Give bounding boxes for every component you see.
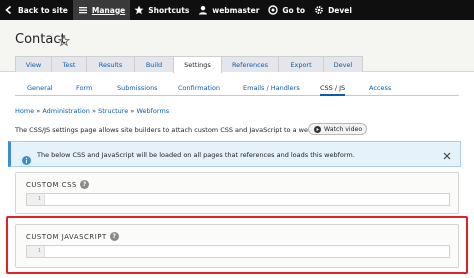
toolbar-back-to-site[interactable]: Back to site <box>0 0 73 20</box>
gear-icon <box>314 5 324 15</box>
toolbar-manage[interactable]: Manage <box>72 0 131 20</box>
custom-css-title: CUSTOM CSS ? <box>26 180 89 189</box>
hamburger-menu-icon <box>78 5 88 15</box>
tab-devel[interactable]: Devel <box>323 56 363 72</box>
star-icon <box>134 5 144 15</box>
breadcrumb-separator: » <box>36 107 41 115</box>
breadcrumb-administration[interactable]: Administration <box>42 107 90 115</box>
tab-build[interactable]: Build <box>134 56 174 72</box>
highlight-box <box>6 216 468 274</box>
toolbar-go-to-label: Go to <box>282 5 306 15</box>
secondary-tabs: General Form Submissions Confirmation Em… <box>15 84 459 96</box>
breadcrumb: Home » Administration » Structure » Webf… <box>15 107 169 115</box>
subtab-submissions[interactable]: Submissions <box>117 84 158 92</box>
tab-settings[interactable]: Settings <box>173 56 222 73</box>
info-message-text: The below CSS and JavaScript will be loa… <box>37 151 355 159</box>
user-icon <box>198 5 208 15</box>
breadcrumb-webforms[interactable]: Webforms <box>136 107 169 115</box>
toolbar-manage-label: Manage <box>91 5 126 15</box>
help-icon[interactable]: ? <box>79 180 89 189</box>
toolbar-shortcuts[interactable]: Shortcuts <box>130 0 194 20</box>
breadcrumb-structure[interactable]: Structure <box>98 107 128 115</box>
tab-results[interactable]: Results <box>86 56 135 72</box>
close-icon[interactable] <box>441 147 453 160</box>
breadcrumb-separator: » <box>92 107 96 115</box>
primary-tabs: View Test Results Build Settings Referen… <box>15 56 363 73</box>
toolbar-devel-label: Devel <box>328 5 352 15</box>
admin-toolbar: Back to site Manage Shortcuts webmaster … <box>0 0 474 20</box>
toolbar-shortcuts-label: Shortcuts <box>148 5 190 15</box>
play-icon <box>314 125 321 133</box>
tab-view[interactable]: View <box>15 56 52 72</box>
toolbar-go-to[interactable]: Go to <box>264 0 310 20</box>
toolbar-devel[interactable]: Devel <box>310 0 357 20</box>
tab-export[interactable]: Export <box>278 56 324 72</box>
watch-video-button[interactable]: Watch video <box>308 123 367 135</box>
toolbar-back-label: Back to site <box>18 5 68 15</box>
line-number: 1 <box>27 194 45 205</box>
subtab-form[interactable]: Form <box>76 84 92 92</box>
toolbar-user-label: webmaster <box>212 5 260 15</box>
page-description: The CSS/JS settings page allows site bui… <box>15 126 330 134</box>
custom-css-label: CUSTOM CSS <box>26 180 77 189</box>
toolbar-user[interactable]: webmaster <box>194 0 264 20</box>
go-to-icon <box>268 5 279 15</box>
custom-css-editor[interactable]: 1 <box>26 193 450 206</box>
page-header: Contact View Test Results Build Settings… <box>0 20 474 73</box>
breadcrumb-separator: » <box>130 107 135 115</box>
tab-references[interactable]: References <box>221 56 279 72</box>
subtab-general[interactable]: General <box>27 84 53 92</box>
subtab-access[interactable]: Access <box>369 84 391 92</box>
subtab-confirmation[interactable]: Confirmation <box>178 84 220 92</box>
breadcrumb-home[interactable]: Home <box>15 107 34 115</box>
tab-test[interactable]: Test <box>51 56 87 72</box>
custom-css-section: CUSTOM CSS ? 1 <box>15 172 459 214</box>
subtab-emails-handlers[interactable]: Emails / Handlers <box>243 84 300 92</box>
info-icon <box>22 150 31 165</box>
watch-video-label: Watch video <box>324 125 363 133</box>
back-arrow-icon <box>4 5 14 15</box>
favorite-star-icon[interactable] <box>57 32 71 47</box>
subtab-css-js[interactable]: CSS / JS <box>320 84 346 96</box>
info-message: The below CSS and JavaScript will be loa… <box>8 141 461 167</box>
